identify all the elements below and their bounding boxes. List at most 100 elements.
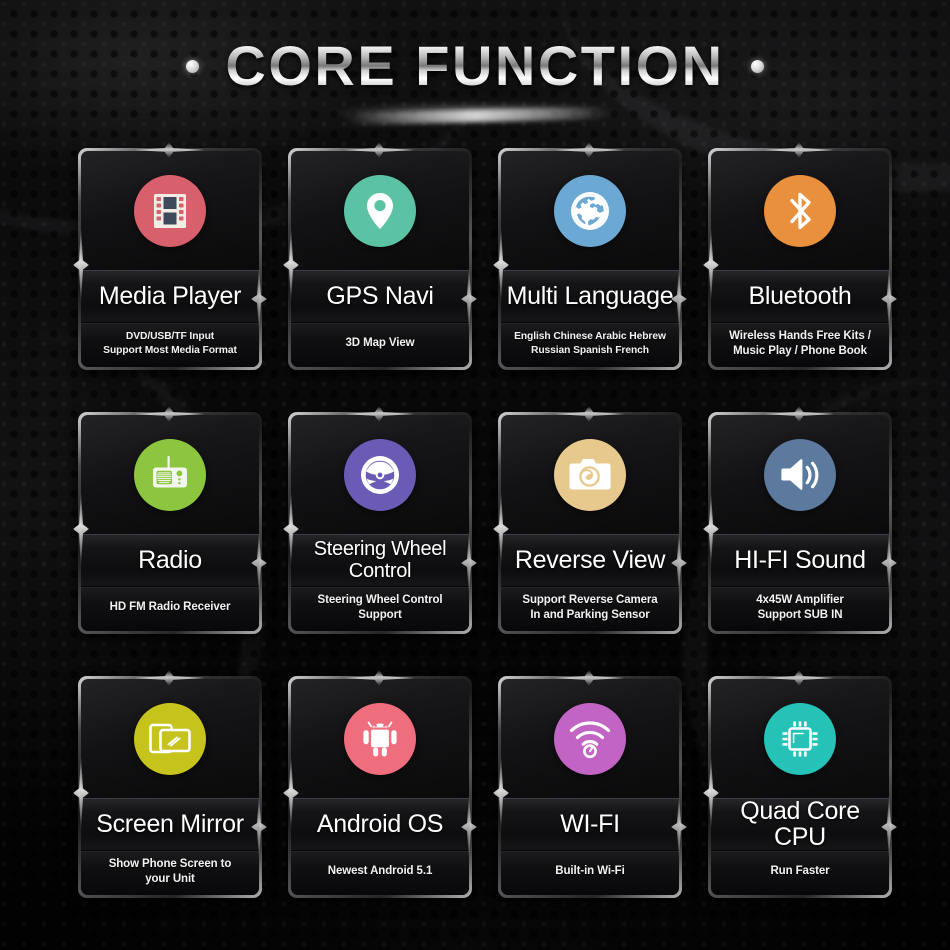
feature-grid: Media Player DVD/USB/TF Input Support Mo…	[73, 142, 897, 898]
feature-name: Android OS	[316, 809, 444, 838]
feature-description: Steering Wheel Control Support	[317, 593, 443, 621]
feature-description: Support Reverse Camera In and Parking Se…	[522, 593, 658, 621]
feature-card-steering-wheel-control[interactable]: Steering Wheel Control Steering Wheel Co…	[283, 406, 477, 634]
feature-icon-zone	[81, 151, 259, 270]
feature-desc-band: DVD/USB/TF Input Support Most Media Form…	[81, 323, 259, 367]
feature-desc-band: Run Faster	[711, 851, 889, 895]
feature-icon-zone	[501, 415, 679, 534]
feature-name: HI-FI Sound	[734, 545, 866, 574]
feature-card-body: Screen Mirror Show Phone Screen to your …	[81, 679, 259, 895]
feature-card-radio[interactable]: Radio HD FM Radio Receiver	[73, 406, 267, 634]
feature-name-band: HI-FI Sound	[711, 534, 889, 587]
feature-card-body: WI-FI Built-in Wi-Fi	[501, 679, 679, 895]
feature-card-quad-core-cpu[interactable]: Quad Core CPU Run Faster	[703, 670, 897, 898]
feature-name-band: Radio	[81, 534, 259, 587]
feature-card-screen-mirror[interactable]: Screen Mirror Show Phone Screen to your …	[73, 670, 267, 898]
feature-card-body: Media Player DVD/USB/TF Input Support Mo…	[81, 151, 259, 367]
feature-card-body: Multi Language English Chinese Arabic He…	[501, 151, 679, 367]
feature-desc-band: HD FM Radio Receiver	[81, 587, 259, 631]
speaker-icon	[764, 438, 836, 511]
feature-icon-zone	[711, 151, 889, 270]
feature-desc-band: Built-in Wi-Fi	[501, 851, 679, 895]
feature-desc-band: English Chinese Arabic Hebrew Russian Sp…	[501, 323, 679, 367]
feature-description: Newest Android 5.1	[327, 865, 433, 878]
feature-name: Steering Wheel Control	[313, 538, 447, 582]
feature-description: English Chinese Arabic Hebrew Russian Sp…	[514, 331, 666, 356]
feature-name-band: Reverse View	[501, 534, 679, 587]
feature-name: Reverse View	[514, 545, 666, 574]
page-title: CORE FUNCTION	[225, 34, 725, 97]
feature-icon-zone	[291, 679, 469, 798]
feature-desc-band: 4x45W Amplifier Support SUB IN	[711, 587, 889, 631]
feature-card-hi-fi-sound[interactable]: HI-FI Sound 4x45W Amplifier Support SUB …	[703, 406, 897, 634]
cpu-chip-icon	[764, 702, 836, 775]
feature-icon-zone	[81, 679, 259, 798]
radio-icon	[134, 438, 206, 511]
feature-name-band: Multi Language	[501, 270, 679, 323]
feature-name: Quad Core CPU	[740, 797, 860, 851]
feature-card-body: Steering Wheel Control Steering Wheel Co…	[291, 415, 469, 631]
feature-description: Wireless Hands Free Kits / Music Play / …	[729, 329, 871, 357]
feature-icon-zone	[711, 679, 889, 798]
feature-description: Built-in Wi-Fi	[555, 865, 625, 878]
feature-icon-zone	[711, 415, 889, 534]
feature-card-wi-fi[interactable]: WI-FI Built-in Wi-Fi	[493, 670, 687, 898]
wifi-icon	[554, 702, 626, 775]
feature-name-band: Media Player	[81, 270, 259, 323]
feature-description: HD FM Radio Receiver	[109, 601, 231, 614]
feature-name: Media Player	[98, 281, 242, 310]
feature-name: GPS Navi	[326, 281, 434, 310]
feature-desc-band: Steering Wheel Control Support	[291, 587, 469, 631]
feature-icon-zone	[501, 679, 679, 798]
feature-name-band: Screen Mirror	[81, 798, 259, 851]
feature-name-band: WI-FI	[501, 798, 679, 851]
feature-name: Screen Mirror	[96, 809, 244, 838]
feature-desc-band: Newest Android 5.1	[291, 851, 469, 895]
screen-mirror-icon	[134, 702, 206, 775]
feature-description: 3D Map View	[345, 337, 415, 350]
feature-icon-zone	[501, 151, 679, 270]
feature-name-band: GPS Navi	[291, 270, 469, 323]
feature-icon-zone	[291, 151, 469, 270]
feature-card-android-os[interactable]: Android OS Newest Android 5.1	[283, 670, 477, 898]
feature-icon-zone	[291, 415, 469, 534]
bullet-dot-icon	[186, 59, 200, 73]
feature-name-band: Steering Wheel Control	[291, 534, 469, 587]
bullet-dot-icon	[750, 59, 764, 73]
feature-description: DVD/USB/TF Input Support Most Media Form…	[103, 331, 237, 356]
feature-name: Radio	[138, 545, 202, 574]
feature-card-body: Bluetooth Wireless Hands Free Kits / Mus…	[711, 151, 889, 367]
map-pin-icon	[344, 174, 416, 247]
feature-name-band: Bluetooth	[711, 270, 889, 323]
steering-wheel-icon	[344, 438, 416, 511]
feature-description: Run Faster	[770, 865, 830, 878]
feature-description: Show Phone Screen to your Unit	[108, 857, 232, 885]
page-header: CORE FUNCTION	[0, 0, 950, 132]
feature-card-reverse-view[interactable]: Reverse View Support Reverse Camera In a…	[493, 406, 687, 634]
feature-card-body: GPS Navi 3D Map View	[291, 151, 469, 367]
feature-desc-band: 3D Map View	[291, 323, 469, 367]
core-function-infographic: CORE FUNCTION Media Player DVD/USB/TF In…	[0, 0, 950, 950]
feature-name-band: Quad Core CPU	[711, 798, 889, 851]
feature-card-body: Android OS Newest Android 5.1	[291, 679, 469, 895]
globe-icon	[554, 174, 626, 247]
feature-card-body: Quad Core CPU Run Faster	[711, 679, 889, 895]
feature-card-body: Reverse View Support Reverse Camera In a…	[501, 415, 679, 631]
feature-card-body: HI-FI Sound 4x45W Amplifier Support SUB …	[711, 415, 889, 631]
feature-card-gps-navi[interactable]: GPS Navi 3D Map View	[283, 142, 477, 370]
feature-card-multi-language[interactable]: Multi Language English Chinese Arabic He…	[493, 142, 687, 370]
feature-card-bluetooth[interactable]: Bluetooth Wireless Hands Free Kits / Mus…	[703, 142, 897, 370]
feature-icon-zone	[81, 415, 259, 534]
camera-icon	[554, 438, 626, 511]
feature-card-media-player[interactable]: Media Player DVD/USB/TF Input Support Mo…	[73, 142, 267, 370]
android-robot-icon	[344, 702, 416, 775]
feature-desc-band: Show Phone Screen to your Unit	[81, 851, 259, 895]
film-strip-icon	[134, 174, 206, 247]
feature-name-band: Android OS	[291, 798, 469, 851]
feature-name: WI-FI	[560, 809, 620, 838]
feature-desc-band: Wireless Hands Free Kits / Music Play / …	[711, 323, 889, 367]
feature-name: Multi Language	[506, 281, 674, 310]
feature-description: 4x45W Amplifier Support SUB IN	[756, 593, 844, 621]
feature-card-body: Radio HD FM Radio Receiver	[81, 415, 259, 631]
feature-name: Bluetooth	[748, 281, 852, 310]
